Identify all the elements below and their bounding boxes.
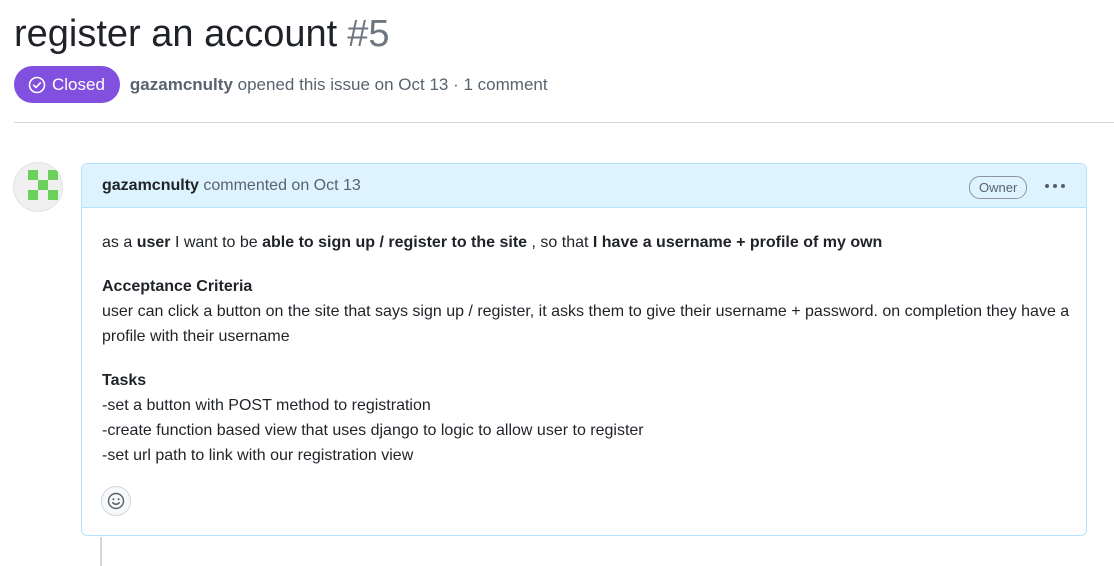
smiley-icon — [107, 492, 125, 510]
issue-opened-info: gazamcnulty opened this issue on Oct 13 … — [130, 75, 548, 95]
timeline-line — [100, 537, 102, 566]
comment-header: gazamcnulty commented on Oct 13 Owner — [82, 164, 1086, 208]
user-story: as a user I want to be able to sign up /… — [102, 230, 1072, 255]
owner-badge: Owner — [969, 176, 1028, 199]
tasks-section: Tasks -set a button with POST method to … — [102, 368, 1072, 468]
check-circle-icon — [28, 76, 46, 93]
issue-meta: Closed gazamcnulty opened this issue on … — [14, 66, 548, 103]
criteria-heading: Acceptance Criteria — [102, 278, 253, 295]
story-text-3: , so that — [531, 234, 589, 251]
add-reaction-button[interactable] — [101, 486, 131, 516]
issue-opened-text: opened this issue on Oct 13 · 1 comment — [237, 74, 548, 94]
comment-container: gazamcnulty commented on Oct 13 Owner as… — [81, 163, 1087, 536]
story-bold-1: user — [136, 234, 171, 251]
story-text-2: I want to be — [174, 234, 258, 251]
acceptance-criteria: Acceptance Criteria user can click a but… — [102, 274, 1072, 349]
comment-author-link[interactable]: gazamcnulty — [102, 177, 199, 194]
story-text-1: as a — [102, 234, 133, 251]
tasks-heading: Tasks — [102, 372, 147, 389]
avatar[interactable] — [13, 162, 63, 212]
task-item: -set a button with POST method to regist… — [102, 397, 431, 414]
task-item: -create function based view that uses dj… — [102, 422, 644, 439]
criteria-text: user can click a button on the site that… — [102, 303, 1070, 345]
issue-title: register an account #5 — [14, 10, 389, 58]
comment-timestamp[interactable]: commented on Oct 13 — [203, 177, 360, 194]
issue-title-text: register an account — [14, 13, 338, 55]
kebab-horizontal-icon[interactable] — [1042, 176, 1068, 196]
story-bold-2: able to sign up / register to the site — [262, 234, 528, 251]
status-label: Closed — [52, 74, 105, 94]
comment-header-text: gazamcnulty commented on Oct 13 — [102, 177, 361, 195]
task-item: -set url path to link with our registrat… — [102, 447, 414, 464]
issue-author-link[interactable]: gazamcnulty — [130, 75, 233, 94]
issue-number: #5 — [347, 13, 390, 55]
status-badge: Closed — [14, 66, 120, 103]
issue-page: register an account #5 Closed gazamcnulty… — [0, 0, 1114, 566]
comment-body: as a user I want to be able to sign up /… — [102, 230, 1072, 468]
story-bold-3: I have a username + profile of my own — [592, 234, 883, 251]
header-divider — [14, 122, 1114, 123]
